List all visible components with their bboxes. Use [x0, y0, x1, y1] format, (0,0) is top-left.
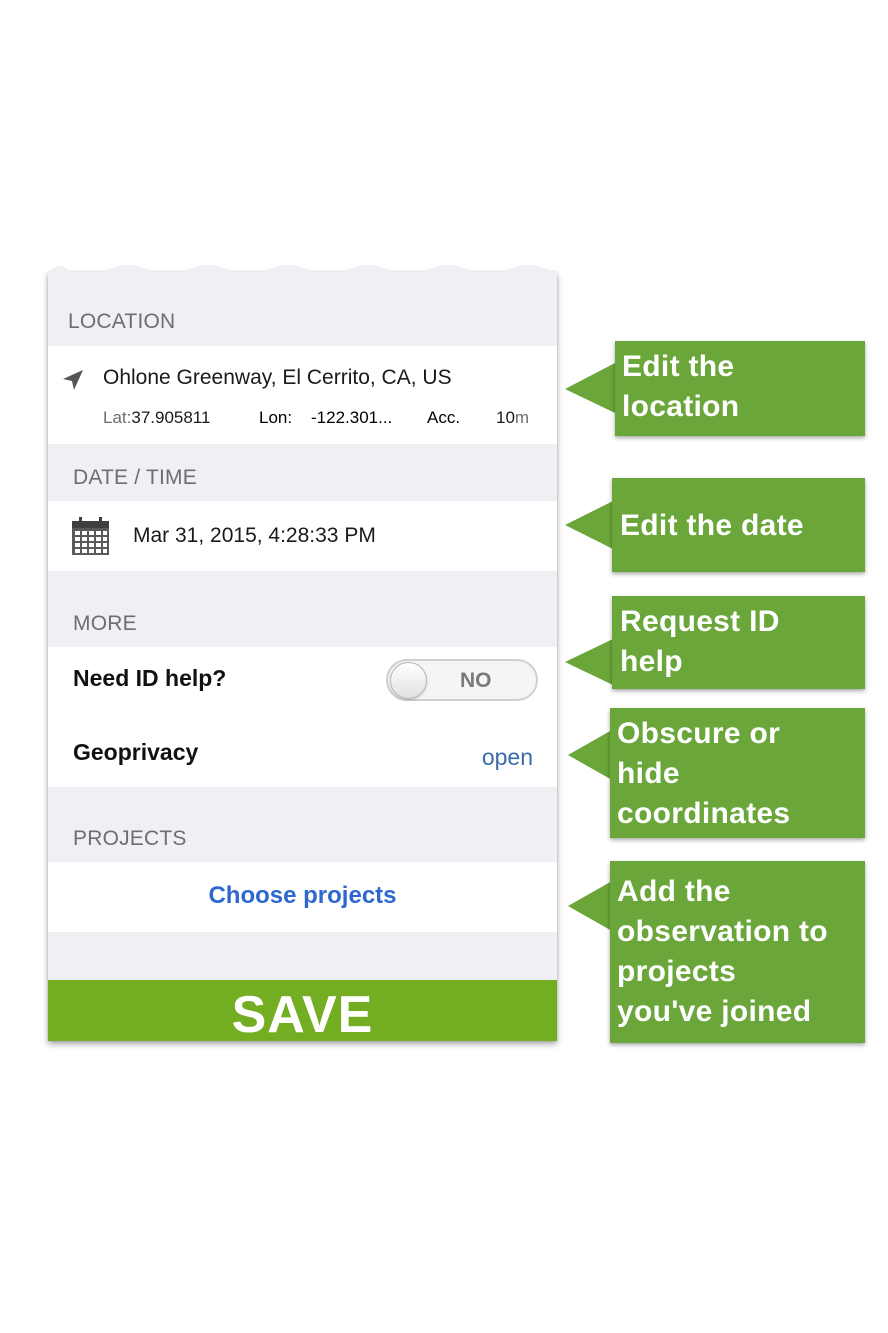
location-row[interactable]: Ohlone Greenway, El Cerrito, CA, US Lat:…	[48, 346, 557, 444]
more-group: Need ID help? NO Geoprivacy open	[48, 647, 557, 787]
callout-edit-date: Edit the date	[565, 478, 865, 572]
callout-text: Add the observation to projects you've j…	[617, 875, 828, 1028]
callout-geoprivacy: Obscure or hide coordinates	[568, 708, 865, 838]
torn-edge-decoration	[48, 265, 557, 300]
accuracy-value: 10m	[496, 408, 530, 427]
location-arrow-icon	[63, 370, 83, 390]
geoprivacy-label: Geoprivacy	[73, 739, 199, 765]
longitude-value: -122.301...	[311, 408, 393, 427]
more-section-header: MORE	[73, 612, 137, 635]
callout-text: Edit the date	[620, 509, 804, 542]
datetime-value: Mar 31, 2015, 4:28:33 PM	[133, 524, 376, 547]
choose-projects-button[interactable]: Choose projects	[48, 882, 557, 910]
callout-text: Edit the location	[622, 350, 740, 423]
longitude-label: Lon:	[259, 408, 293, 427]
callout-text: Obscure or hide coordinates	[617, 717, 791, 830]
callout-add-to-projects: Add the observation to projects you've j…	[568, 861, 865, 1043]
observation-form-panel: LOCATION Ohlone Greenway, El Cerrito, CA…	[48, 265, 557, 1044]
location-section-header: LOCATION	[68, 310, 176, 333]
latitude-readout: Lat:37.905811	[103, 408, 211, 427]
datetime-section-header: DATE / TIME	[73, 466, 197, 489]
callout-edit-location: Edit the location	[565, 341, 865, 436]
geoprivacy-value[interactable]: open	[482, 744, 533, 771]
datetime-row[interactable]: Mar 31, 2015, 4:28:33 PM	[48, 501, 557, 571]
accuracy-label: Acc.	[427, 408, 461, 427]
calendar-icon	[72, 517, 109, 555]
projects-row: Choose projects	[48, 862, 557, 932]
geoprivacy-row[interactable]: Geoprivacy open	[48, 717, 557, 787]
id-help-label: Need ID help?	[73, 665, 227, 691]
save-button[interactable]: SAVE	[48, 980, 557, 1044]
location-name: Ohlone Greenway, El Cerrito, CA, US	[103, 366, 452, 389]
toggle-state-text: NO	[460, 669, 492, 692]
callout-text: Request ID help	[620, 605, 780, 678]
id-help-toggle[interactable]: NO	[386, 659, 538, 701]
projects-section-header: PROJECTS	[73, 827, 187, 850]
callout-request-id-help: Request ID help	[565, 596, 865, 689]
toggle-knob	[390, 662, 427, 699]
